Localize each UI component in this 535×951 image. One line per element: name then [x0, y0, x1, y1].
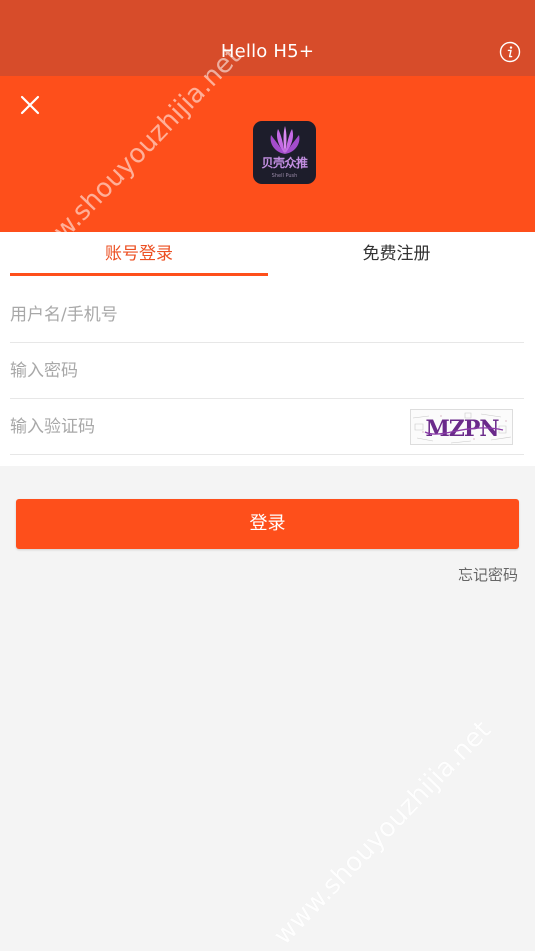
nav-bar: Hello H5+	[0, 0, 535, 76]
login-button[interactable]: 登录	[16, 499, 519, 549]
password-input[interactable]	[10, 343, 524, 398]
logo-name: 贝壳众推	[261, 156, 308, 170]
password-row	[10, 343, 524, 399]
logo-subtitle: Shell Push	[271, 173, 298, 179]
forgot-password-link[interactable]: 忘记密码	[458, 565, 518, 585]
app-logo: 贝壳众推 Shell Push	[253, 121, 316, 184]
captcha-text: MZPN	[425, 416, 499, 442]
active-tab-indicator	[10, 273, 268, 276]
login-page: Hello H5+ 贝壳众推 Shell Push 账号登录 免费注册 用户名/…	[0, 0, 535, 951]
captcha-row: MZPN	[10, 399, 524, 455]
tab-account-login[interactable]: 账号登录	[10, 232, 268, 276]
tab-free-register[interactable]: 免费注册	[268, 232, 525, 276]
captcha-image[interactable]: MZPN	[410, 409, 513, 445]
close-icon[interactable]	[18, 93, 42, 117]
captcha-input[interactable]	[10, 399, 400, 454]
info-icon[interactable]	[499, 41, 521, 63]
shell-icon	[270, 126, 300, 154]
username-row	[10, 287, 524, 343]
login-header: 贝壳众推 Shell Push	[0, 76, 535, 232]
watermark-bottom: www.shouyouzhijia.net	[268, 715, 497, 951]
username-input[interactable]	[10, 287, 524, 342]
login-form: 账号登录 免费注册 用户名/手机号 输入验证码 MZPN	[0, 232, 535, 466]
nav-title: Hello H5+	[220, 41, 315, 62]
